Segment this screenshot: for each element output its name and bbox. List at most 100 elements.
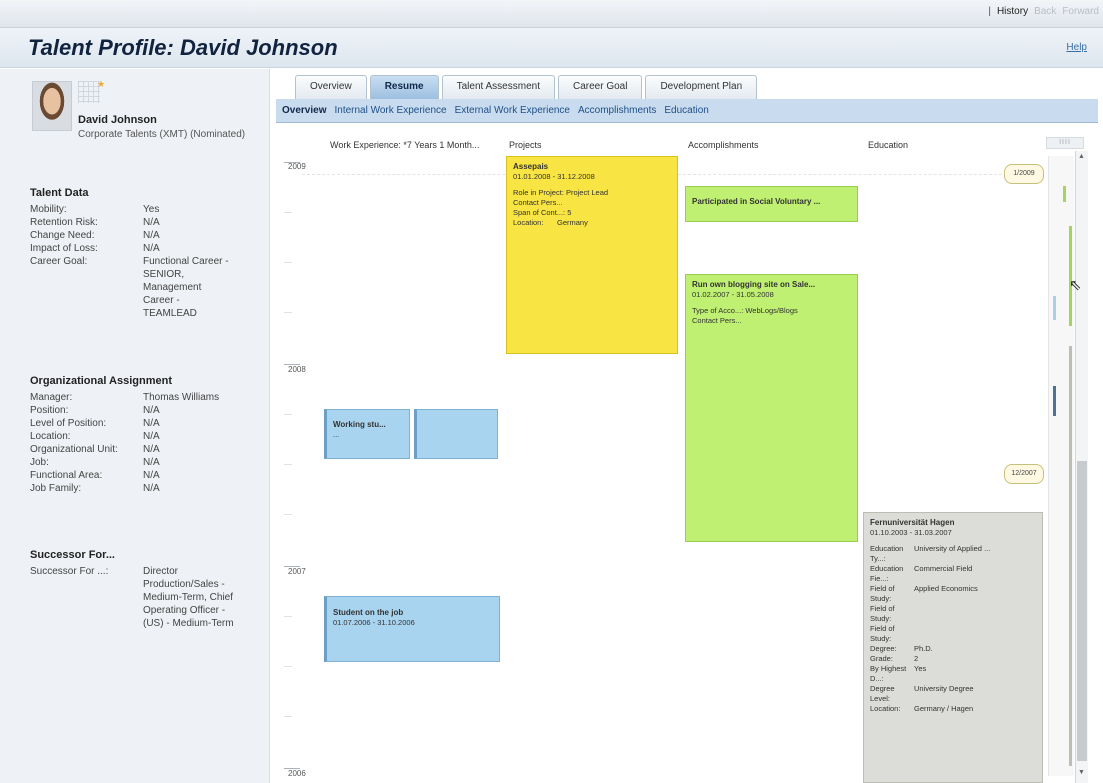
section-heading: Organizational Assignment xyxy=(30,375,173,387)
column-header-accomplishments[interactable]: Accomplishments xyxy=(688,140,759,150)
field-label: Manager: xyxy=(30,392,73,403)
card-field: Role in Project: Project Lead xyxy=(513,188,609,197)
tab-talent-assessment[interactable]: Talent Assessment xyxy=(441,75,555,99)
subnav-external-work-experience[interactable]: External Work Experience xyxy=(455,105,570,116)
column-header-projects[interactable]: Projects xyxy=(509,140,542,150)
field-value: Yes xyxy=(143,204,160,215)
talent-data-section: Talent Data Mobility: Yes Retention Risk:… xyxy=(30,187,260,320)
card-field-label: Education Ty...: xyxy=(870,544,904,563)
back-link[interactable]: Back xyxy=(1034,6,1056,17)
month-tick xyxy=(284,414,292,415)
year-label: 2007 xyxy=(288,567,306,576)
card-field-label: Location: xyxy=(870,704,901,713)
card-field-label: Degree: xyxy=(870,644,897,653)
date-marker[interactable]: 1/2009 xyxy=(1004,164,1044,184)
field-label: Job: xyxy=(30,457,49,468)
field-value: N/A xyxy=(143,405,160,416)
card-field-label: Field of Study: xyxy=(870,604,895,623)
work-experience-card[interactable] xyxy=(414,409,498,459)
field-label: Retention Risk: xyxy=(30,217,98,228)
project-card[interactable]: Assepais 01.01.2008 - 31.12.2008 Role in… xyxy=(506,156,678,354)
month-tick xyxy=(284,616,292,617)
tab-overview[interactable]: Overview xyxy=(295,75,367,99)
help-link[interactable]: Help xyxy=(1066,42,1087,53)
card-title: Fernuniversität Hagen xyxy=(870,518,955,527)
sub-navigation: Overview Internal Work Experience Extern… xyxy=(276,99,1098,123)
card-subtext: ... xyxy=(333,430,340,439)
section-heading: Talent Data xyxy=(30,187,89,199)
section-heading: Successor For... xyxy=(30,549,115,561)
column-header-work-experience[interactable]: Work Experience: *7 Years 1 Month... xyxy=(330,140,479,150)
card-field: Span of Cont...: 5 xyxy=(513,208,572,217)
subnav-accomplishments[interactable]: Accomplishments xyxy=(578,105,656,116)
history-nav: | History Back Forward xyxy=(988,6,1099,17)
card-field-value: Germany xyxy=(557,218,588,227)
accomplishment-card[interactable]: Run own blogging site on Sale... 01.02.2… xyxy=(685,274,858,542)
subnav-education[interactable]: Education xyxy=(664,105,708,116)
card-dates: 01.02.2007 - 31.05.2008 xyxy=(692,290,774,299)
accomplishment-card[interactable]: Participated in Social Voluntary ... xyxy=(685,186,858,222)
scroll-down-icon[interactable]: ▼ xyxy=(1078,769,1085,776)
card-dates: 01.07.2006 - 31.10.2006 xyxy=(333,618,415,627)
card-field: Contact Pers... xyxy=(692,316,742,325)
mouse-cursor-icon: ⇖ xyxy=(1069,277,1082,294)
date-marker[interactable]: 12/2007 xyxy=(1004,464,1044,484)
view-control[interactable]: IIII xyxy=(1046,137,1084,149)
subnav-internal-work-experience[interactable]: Internal Work Experience xyxy=(334,105,446,116)
forward-link[interactable]: Forward xyxy=(1062,6,1099,17)
card-field-value: Applied Economics xyxy=(914,584,978,593)
org-assignment-section: Organizational Assignment Manager: Thomas… xyxy=(30,375,260,495)
field-value: N/A xyxy=(143,230,160,241)
timeline-overview-strip[interactable] xyxy=(1048,156,1074,776)
card-title: Participated in Social Voluntary ... xyxy=(692,197,821,206)
card-dates: 01.01.2008 - 31.12.2008 xyxy=(513,172,595,181)
tab-career-goal[interactable]: Career Goal xyxy=(557,75,643,99)
separator: | xyxy=(988,6,991,17)
avatar xyxy=(32,81,72,131)
field-value: N/A xyxy=(143,470,160,481)
title-bar: Talent Profile: David Johnson Help xyxy=(0,28,1103,68)
field-value: N/A xyxy=(143,483,160,494)
subnav-overview[interactable]: Overview xyxy=(282,105,326,116)
column-header-education[interactable]: Education xyxy=(868,140,908,150)
work-experience-card[interactable]: Student on the job 01.07.2006 - 31.10.20… xyxy=(324,596,500,662)
card-field-label: Field of Study: xyxy=(870,584,895,603)
field-value: N/A xyxy=(143,243,160,254)
field-label: Change Need: xyxy=(30,230,95,241)
scroll-up-icon[interactable]: ▲ xyxy=(1078,153,1085,160)
field-label: Functional Area: xyxy=(30,470,103,481)
education-card[interactable]: Fernuniversität Hagen 01.10.2003 - 31.03… xyxy=(863,512,1043,783)
month-tick xyxy=(284,716,292,717)
resume-timeline[interactable]: 2009 2008 2007 2006 Assepais 01.01.2008 … xyxy=(284,156,1048,783)
card-field-value: University Degree xyxy=(914,684,974,693)
tab-resume[interactable]: Resume xyxy=(369,75,439,99)
field-value: N/A xyxy=(143,457,160,468)
field-label: Organizational Unit: xyxy=(30,444,118,455)
vertical-scrollbar[interactable]: ▲ ▼ xyxy=(1075,151,1088,783)
field-label: Impact of Loss: xyxy=(30,243,98,254)
field-value: N/A xyxy=(143,217,160,228)
month-tick xyxy=(284,312,292,313)
scroll-thumb[interactable] xyxy=(1077,461,1087,761)
work-experience-card[interactable]: Working stu... ... xyxy=(324,409,410,459)
field-label: Location: xyxy=(30,431,71,442)
star-icon: ★ xyxy=(97,79,106,89)
month-tick xyxy=(284,464,292,465)
card-field-label: By Highest D...: xyxy=(870,664,907,683)
field-label: Mobility: xyxy=(30,204,67,215)
tab-development-plan[interactable]: Development Plan xyxy=(645,75,758,99)
month-tick xyxy=(284,666,292,667)
profile-name: David Johnson xyxy=(78,114,157,126)
field-value: Director Production/Sales - Medium-Term,… xyxy=(143,566,234,629)
card-field-value: Yes xyxy=(914,664,927,673)
field-value: N/A xyxy=(143,444,160,455)
field-label: Position: xyxy=(30,405,69,416)
field-label: Job Family: xyxy=(30,483,82,494)
field-label: Career Goal: xyxy=(30,256,88,267)
field-value: N/A xyxy=(143,418,160,429)
history-menu[interactable]: History xyxy=(997,6,1028,17)
year-label: 2008 xyxy=(288,365,306,374)
field-value: N/A xyxy=(143,431,160,442)
field-value: Thomas Williams xyxy=(143,392,220,403)
month-tick xyxy=(284,262,292,263)
